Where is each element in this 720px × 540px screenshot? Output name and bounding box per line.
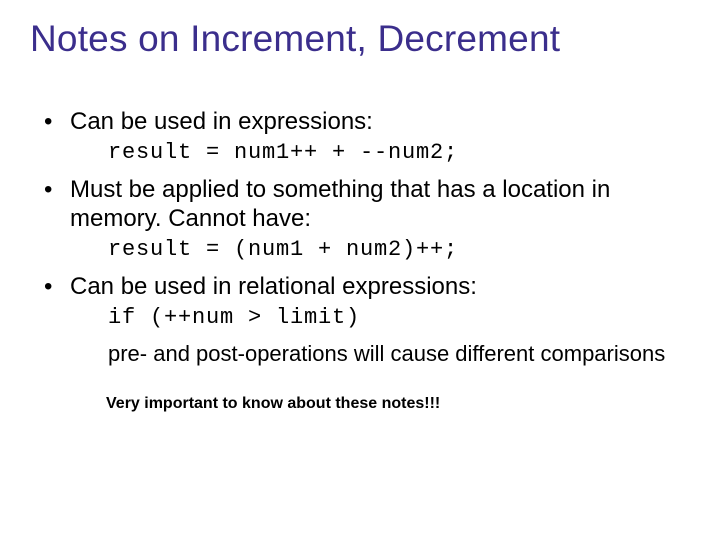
bullet-text: Can be used in relational expressions:: [70, 273, 477, 300]
code-line: if (++num > limit): [108, 305, 692, 331]
slide: Notes on Increment, Decrement Can be use…: [0, 0, 720, 540]
bullet-list: Can be used in expressions: result = num…: [42, 108, 692, 367]
bullet-item: Can be used in relational expressions: i…: [42, 273, 692, 367]
slide-title: Notes on Increment, Decrement: [30, 18, 692, 60]
bullet-text: Must be applied to something that has a …: [70, 176, 610, 231]
code-line: result = (num1 + num2)++;: [108, 237, 692, 263]
bullet-item: Must be applied to something that has a …: [42, 176, 692, 263]
bullet-item: Can be used in expressions: result = num…: [42, 108, 692, 166]
bullet-subtext: pre- and post-operations will cause diff…: [108, 341, 692, 367]
bullet-text: Can be used in expressions:: [70, 108, 373, 135]
footnote: Very important to know about these notes…: [106, 395, 692, 413]
code-line: result = num1++ + --num2;: [108, 140, 692, 166]
